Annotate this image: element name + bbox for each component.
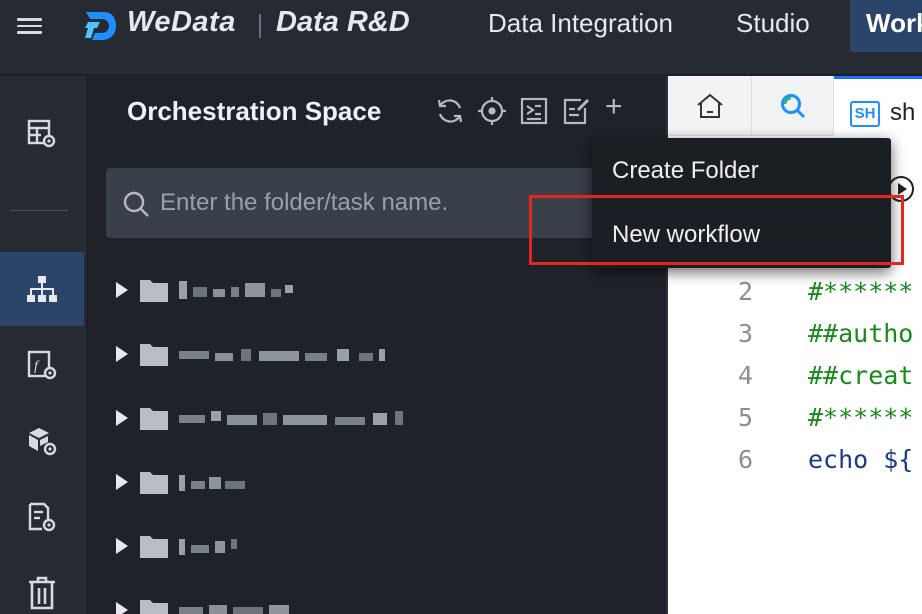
redacted-name [179,475,245,491]
expand-caret-icon[interactable] [116,410,128,426]
rail-orchestration-button[interactable] [0,252,84,326]
code-line: 4 ##creat [668,355,922,397]
search-icon [123,191,149,217]
folder-icon [140,280,168,302]
menu-item-label: Create Folder [612,157,759,184]
trash-icon [29,576,55,610]
document-settings-icon [28,502,56,532]
rail-document-button[interactable] [0,480,84,554]
folder-icon [140,600,168,614]
left-rail: f [0,76,88,614]
code-line: 6 echo ${ [668,439,922,481]
edit-icon[interactable] [561,96,591,126]
tree-row[interactable] [89,329,666,379]
tree-row[interactable] [89,457,666,507]
redacted-name [179,539,237,555]
folder-icon [140,536,168,558]
expand-caret-icon[interactable] [116,602,128,614]
code-text: echo ${ [808,445,914,474]
rail-divider [10,210,68,211]
tab-shell-file[interactable]: SH sh [834,76,922,136]
tree-row[interactable] [89,393,666,443]
redacted-name [179,605,289,614]
orchestration-panel: Orchestration Space + [89,76,666,614]
nav-data-integration[interactable]: Data Integration [488,8,673,39]
line-number: 4 [738,361,754,390]
hamburger-menu-icon[interactable] [17,14,43,38]
highlight-annotation [529,195,904,265]
nav-work-active[interactable]: Work [850,0,922,52]
product-name: Data R&D [276,6,410,38]
add-icon[interactable]: + [605,92,635,122]
top-bar: WeData Data R&D Data Integration Studio … [0,0,922,75]
line-number: 2 [738,277,754,306]
code-text: ##creat [808,361,914,390]
search-icon [780,94,805,119]
code-text: #****** [808,403,914,432]
nav-work-label: Work [866,8,922,38]
line-number: 3 [738,319,754,348]
tree-row[interactable] [89,521,666,571]
tab-search[interactable] [752,76,834,136]
code-text: #****** [808,277,914,306]
rail-function-button[interactable]: f [0,328,84,402]
rail-table-button[interactable] [0,96,84,170]
locate-icon[interactable] [477,96,507,126]
code-line: 3 ##autho [668,313,922,355]
folder-icon [140,472,168,494]
menu-item-create-folder[interactable]: Create Folder [592,141,891,199]
search-input[interactable] [160,180,580,226]
rail-trash-button[interactable] [0,556,84,614]
redacted-name [179,411,403,425]
folder-icon [140,408,168,430]
redacted-name [179,349,385,361]
brand-name: WeData [127,6,236,38]
redacted-name [179,281,293,299]
nav-studio[interactable]: Studio [736,8,810,39]
shell-badge: SH [850,101,880,127]
expand-caret-icon[interactable] [116,538,128,554]
tree-row[interactable] [89,265,666,315]
table-settings-icon [27,119,56,148]
app-window: WeData Data R&D Data Integration Studio … [0,0,922,614]
search-box[interactable] [106,168,596,238]
folder-icon [140,344,168,366]
rail-resource-button[interactable] [0,404,84,478]
svg-text:f: f [34,359,40,374]
hierarchy-icon [27,276,57,302]
code-text: ##autho [808,319,914,348]
editor-tabs: SH sh [668,76,922,136]
code-line: 2 #****** [668,271,922,313]
line-number: 6 [738,445,754,474]
expand-caret-icon[interactable] [116,282,128,298]
cube-settings-icon [29,428,57,456]
function-settings-icon: f [27,350,57,380]
tab-home[interactable] [668,76,752,136]
expand-caret-icon[interactable] [116,346,128,362]
tree-row[interactable] [89,585,666,614]
brand-divider [259,14,261,38]
import-icon[interactable] [519,96,549,126]
home-icon [696,93,723,118]
refresh-icon[interactable] [435,96,465,126]
expand-caret-icon[interactable] [116,474,128,490]
tab-file-name: sh [890,99,916,126]
panel-title: Orchestration Space [127,96,382,126]
code-line: 5 #****** [668,397,922,439]
line-number: 5 [738,403,754,432]
wedata-logo [85,12,116,40]
